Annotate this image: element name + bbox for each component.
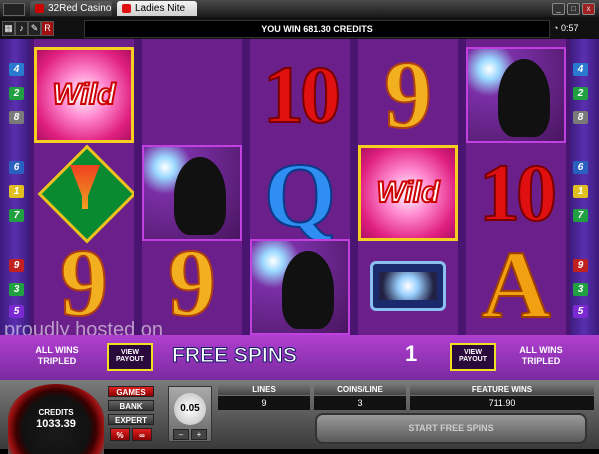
ten-symbol: 10 <box>262 48 342 141</box>
settings-icon[interactable]: ✎ <box>28 21 41 36</box>
start-free-spins-button[interactable]: START FREE SPINS <box>315 413 587 444</box>
sound-icon[interactable]: ♪ <box>15 21 28 36</box>
dancer-silhouette-icon <box>174 157 226 235</box>
clock-icon: ◔ <box>553 23 559 33</box>
credits-label: CREDITS <box>38 408 74 417</box>
coin-increase-button[interactable]: + <box>191 429 207 440</box>
clock-value: 0:57 <box>560 23 579 33</box>
reel-5: 10 A <box>462 39 570 335</box>
tab-ladies-nite[interactable]: Ladies Nite <box>117 1 197 16</box>
free-spins-strip: ALL WINS TRIPLED VIEW PAYOUT FREE SPINS … <box>0 335 599 380</box>
wild-symbol: Wild <box>34 47 134 143</box>
coins-per-line-label: COINS/LINE <box>314 384 406 395</box>
payline-indicator-1[interactable]: 1 <box>9 185 24 198</box>
payline-indicator-5[interactable]: 5 <box>573 305 588 318</box>
credits-value: 1033.39 <box>36 418 76 430</box>
window-menu-icon[interactable] <box>3 3 25 16</box>
feature-wins-value: 711.90 <box>410 396 594 410</box>
purse-symbol <box>358 239 458 335</box>
payline-indicator-6[interactable]: 6 <box>9 161 24 174</box>
payline-indicator-2[interactable]: 2 <box>9 87 24 100</box>
games-button[interactable]: GAMES <box>108 386 154 397</box>
coin-selector: 0.05 – + <box>168 386 212 442</box>
payline-indicator-3[interactable]: 3 <box>573 283 588 296</box>
bank-button[interactable]: BANK <box>108 400 154 411</box>
toolbar-icons: ▦ ♪ ✎ R <box>2 21 54 36</box>
coin-decrease-button[interactable]: – <box>173 429 189 440</box>
payline-indicator-2[interactable]: 2 <box>573 87 588 100</box>
maximize-button[interactable]: □ <box>567 3 580 15</box>
payline-indicator-7[interactable]: 7 <box>573 209 588 222</box>
payline-indicator-7[interactable]: 7 <box>9 209 24 222</box>
payline-indicator-9[interactable]: 9 <box>573 259 588 272</box>
nine-symbol: 9 <box>167 229 217 335</box>
casino-icon <box>122 4 131 13</box>
coins-per-line-box: COINS/LINE 3 <box>314 384 406 410</box>
payline-indicator-9[interactable]: 9 <box>9 259 24 272</box>
control-panel: CREDITS 1033.39 GAMES BANK EXPERT % ∞ 0.… <box>0 380 599 454</box>
payline-indicator-5[interactable]: 5 <box>9 305 24 318</box>
wild-text: Wild <box>375 175 440 210</box>
reel-area: 4 2 8 6 1 7 9 3 5 4 2 8 6 1 7 9 3 5 Wild 9 9 10 Q 9 Wild… <box>0 39 599 335</box>
view-payout-button-left[interactable]: VIEW PAYOUT <box>107 343 153 371</box>
tab-bar: 32Red Casino Ladies Nite _ □ x <box>0 0 599 17</box>
credits-display: CREDITS 1033.39 <box>8 384 104 454</box>
close-button[interactable]: x <box>582 3 595 15</box>
lines-label: LINES <box>218 384 310 395</box>
reel-2: 9 <box>138 39 246 335</box>
payline-column-left: 4 2 8 6 1 7 9 3 5 <box>0 39 30 335</box>
ten-symbol: 10 <box>478 146 558 239</box>
tab-label: Ladies Nite <box>135 3 186 14</box>
all-wins-tripled-right: ALL WINS TRIPLED <box>519 345 563 366</box>
wild-symbol: Wild <box>358 145 458 241</box>
tab-32red-casino[interactable]: 32Red Casino <box>30 1 112 16</box>
autoplay-button[interactable]: ∞ <box>132 428 152 441</box>
clock: ◔ 0:57 <box>553 22 595 35</box>
lines-box: LINES 9 <box>218 384 310 410</box>
lines-value: 9 <box>218 396 310 410</box>
feature-wins-label: FEATURE WINS <box>410 384 594 395</box>
dancer-symbol <box>466 47 566 143</box>
red-logo-icon[interactable]: R <box>41 21 54 36</box>
win-message: YOU WIN 681.30 CREDITS <box>84 20 550 38</box>
view-payout-button-right[interactable]: VIEW PAYOUT <box>450 343 496 371</box>
payline-indicator-6[interactable]: 6 <box>573 161 588 174</box>
payline-indicator-1[interactable]: 1 <box>573 185 588 198</box>
reel-1: Wild 9 <box>30 39 138 335</box>
info-bar: ▦ ♪ ✎ R YOU WIN 681.30 CREDITS ◔ 0:57 <box>0 17 599 39</box>
casino-icon <box>35 4 44 13</box>
feature-wins-box: FEATURE WINS 711.90 <box>410 384 594 410</box>
payline-column-right: 4 2 8 6 1 7 9 3 5 <box>569 39 599 335</box>
all-wins-tripled-left: ALL WINS TRIPLED <box>35 345 79 366</box>
minimize-button[interactable]: _ <box>552 3 565 15</box>
payline-indicator-3[interactable]: 3 <box>9 283 24 296</box>
dancer-symbol <box>250 239 350 335</box>
free-spins-label: FREE SPINS <box>172 344 298 368</box>
grid-icon[interactable]: ▦ <box>2 21 15 36</box>
payline-indicator-8[interactable]: 8 <box>573 111 588 124</box>
cocktail-symbol <box>34 144 137 244</box>
ace-symbol: A <box>480 231 551 336</box>
payline-indicator-8[interactable]: 8 <box>9 111 24 124</box>
nine-symbol: 9 <box>383 41 433 148</box>
reel-3: 10 Q <box>246 39 354 335</box>
coin-value[interactable]: 0.05 <box>174 393 206 425</box>
dancer-silhouette-icon <box>498 59 550 137</box>
payline-indicator-4[interactable]: 4 <box>573 63 588 76</box>
percent-button[interactable]: % <box>110 428 130 441</box>
queen-symbol: Q <box>263 144 337 246</box>
payline-indicator-4[interactable]: 4 <box>9 63 24 76</box>
dancer-symbol <box>142 145 242 241</box>
expert-button[interactable]: EXPERT <box>108 414 154 425</box>
tab-label: 32Red Casino <box>48 3 112 14</box>
free-spins-count: 1 <box>405 341 418 366</box>
wild-text: Wild <box>51 77 116 112</box>
coins-per-line-value: 3 <box>314 396 406 410</box>
reel-4: 9 Wild <box>354 39 462 335</box>
nine-symbol: 9 <box>59 229 109 335</box>
purse-icon <box>370 261 446 311</box>
dancer-silhouette-icon <box>282 251 334 329</box>
